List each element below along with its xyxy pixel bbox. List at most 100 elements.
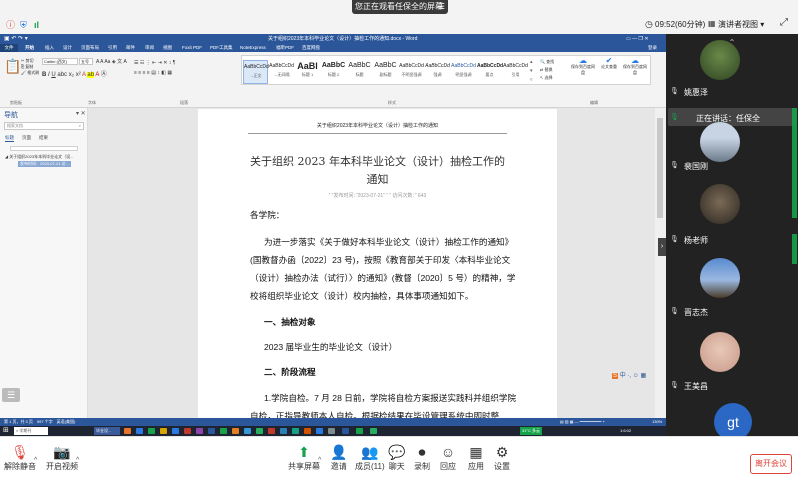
menu-icon[interactable]: ☰ — [438, 0, 445, 14]
tab-noteexpress[interactable]: NoteExpress — [240, 44, 266, 52]
chevron-up-icon[interactable]: ^ — [34, 457, 37, 464]
font-name-select[interactable]: Calibri (西文) — [42, 58, 78, 65]
nav-tab-pages[interactable]: 页面 — [22, 135, 31, 141]
settings-button[interactable]: ⚙ 设置 — [494, 443, 510, 472]
share-screen-button[interactable]: ⬆ 共享屏幕 — [288, 443, 320, 472]
view-mode-button[interactable]: 演讲者视图 ▾ — [718, 19, 764, 30]
font-size-select[interactable]: 五号 — [79, 58, 93, 65]
word-quick-access-icon[interactable]: ▣ ↶ ↷ ▾ — [4, 34, 28, 44]
nav-scrollbar[interactable] — [10, 146, 78, 151]
style-emphasis[interactable]: AaBbCcDd 强调 — [425, 60, 450, 84]
document-page[interactable]: 关于组织2023年本科毕业论文（设计）抽检工作的通知 关于组织 2023 年本科… — [198, 109, 557, 421]
style-gallery-scroll[interactable]: ▴ ▾ ▿ — [530, 58, 533, 85]
view-buttons[interactable]: ▤ ▥ ▦ — ━━━━━━━━━ + — [560, 418, 605, 426]
taskbar-app-icon[interactable] — [256, 428, 263, 434]
taskbar-app-icon[interactable] — [184, 428, 191, 434]
scrollbar-indicator[interactable] — [792, 234, 797, 264]
nav-subheading-item[interactable]: 发布时间：2023-07-21 访... — [18, 161, 71, 167]
scroll-thumb[interactable] — [657, 118, 663, 218]
tab-foxit[interactable]: Foxit PDF — [182, 44, 202, 52]
paste-icon[interactable]: 📋 — [4, 58, 21, 75]
taskbar-app-icon[interactable] — [136, 428, 143, 434]
zoom-level[interactable]: 130% — [652, 418, 662, 426]
nav-search-input[interactable]: 搜索文档 ⌕ — [4, 122, 84, 130]
participant-video[interactable] — [700, 332, 740, 372]
taskbar-app-icon[interactable] — [370, 428, 377, 434]
invite-button[interactable]: 👤 邀请 — [330, 443, 347, 472]
taskbar-app-icon[interactable] — [316, 428, 323, 434]
taskbar-app-icon[interactable] — [220, 428, 227, 434]
taskbar-app-icon[interactable] — [280, 428, 287, 434]
font-size-buttons[interactable]: A A Aa ◈ 文 A — [96, 58, 127, 65]
style-subtitle[interactable]: AaBbC 副标题 — [373, 60, 398, 84]
taskbar-app-icon[interactable] — [172, 428, 179, 434]
tab-review[interactable]: 审阅 — [145, 44, 154, 52]
style-title[interactable]: AaBbC 标题 — [347, 60, 372, 84]
save-baidu-button-2[interactable]: ☁ 保存到百度网盘 — [622, 57, 648, 76]
paragraph-buttons[interactable]: ☰ ☷ ⋮ ⇤ ⇥ ✕ ↕ ¶ ≡ ≡ ≡ ≡ ▤ ↕ ◧ ▦ — [134, 58, 175, 78]
tab-view[interactable]: 视图 — [163, 44, 172, 52]
style-heading1[interactable]: AaBl 标题 1 — [295, 60, 320, 84]
ime-toolbar[interactable]: S 中 ·, ☺ ▦ — [612, 370, 646, 379]
chevron-up-icon[interactable]: ^ — [76, 457, 79, 464]
plagiarism-check-button[interactable]: ✔ 论文查重 — [598, 57, 620, 70]
fullscreen-icon[interactable]: ⤢ — [780, 17, 788, 28]
style-intense-emphasis[interactable]: AaBbCcDd 明显强调 — [451, 60, 476, 84]
font-format-buttons[interactable]: B I U abc x₂ x² A ab A Ⓐ — [42, 69, 107, 78]
collapse-panel-icon[interactable]: › — [658, 238, 666, 256]
windows-start-icon[interactable]: ⊞ — [3, 426, 9, 436]
save-baidu-button[interactable]: ☁ 保存到百度网盘 — [570, 57, 596, 76]
record-button[interactable]: ⏺ 录制 — [414, 443, 430, 472]
apps-button[interactable]: ▦ 应用 — [468, 443, 484, 472]
taskbar-app-icon[interactable] — [244, 428, 251, 434]
tab-mailings[interactable]: 邮件 — [126, 44, 135, 52]
leave-meeting-button[interactable]: 离开会议 — [750, 454, 792, 474]
tab-foxit-cn[interactable]: 福昕PDF — [276, 44, 294, 52]
taskbar-app-icon[interactable] — [148, 428, 155, 434]
nav-heading-item[interactable]: ◢ 关于组织2023年本科毕业论文（设... — [5, 154, 73, 160]
taskbar-app-icon[interactable] — [196, 428, 203, 434]
style-quote[interactable]: AaBbCcDd 引用 — [503, 60, 528, 84]
taskbar-app-icon[interactable] — [268, 428, 275, 434]
info-icon[interactable]: ⓘ — [6, 19, 15, 31]
tab-baidu[interactable]: 百度网盘 — [302, 44, 320, 52]
signal-icon[interactable]: ıl — [34, 19, 39, 31]
tab-pdf-tools[interactable]: PDF工具集 — [210, 44, 233, 52]
taskbar-app-icon[interactable] — [208, 428, 215, 434]
start-video-button[interactable]: 📷 开启视频 — [46, 443, 78, 472]
style-no-spacing[interactable]: AaBbCcDd →无间隔 — [269, 60, 294, 84]
user-login[interactable]: 登录 — [648, 44, 657, 52]
participant-video[interactable] — [700, 40, 740, 80]
weather-widget[interactable]: 31°C 多云 — [520, 427, 542, 435]
list-icon[interactable]: ☰ — [2, 388, 20, 402]
nav-tab-headings[interactable]: 标题 — [5, 135, 14, 142]
scrollbar-indicator[interactable] — [792, 108, 797, 218]
clipboard-tools[interactable]: ✂ 剪切 ⎘ 复制 🖌 格式刷 — [21, 58, 39, 76]
tab-layout[interactable]: 页面布局 — [81, 44, 99, 52]
taskbar-app-icon[interactable] — [304, 428, 311, 434]
unmute-button[interactable]: 🎙 解除静音 — [4, 443, 36, 472]
style-strong[interactable]: AaBbCcDd 要点 — [477, 60, 503, 84]
taskbar-app-icon[interactable] — [328, 428, 335, 434]
shield-icon[interactable]: ⛨ — [20, 19, 27, 31]
taskbar-app-icon[interactable] — [232, 428, 239, 434]
nav-close-icon[interactable]: ▾ ✕ — [76, 110, 86, 117]
taskbar-app-icon[interactable] — [124, 428, 131, 434]
vertical-scrollbar[interactable] — [655, 108, 666, 418]
meeting-time[interactable]: 09:52(60分钟) — [655, 19, 705, 30]
chevron-up-icon[interactable]: ^ — [318, 457, 321, 464]
taskbar-app-icon[interactable] — [342, 428, 349, 434]
editing-tools[interactable]: 🔍 查找 ⇄ 替换 ↖ 选择 — [540, 58, 554, 82]
taskbar-search-input[interactable]: ⌕ 学期刊 — [14, 427, 48, 435]
taskbar-app-icon[interactable] — [356, 428, 363, 434]
react-button[interactable]: ☺ 回应 — [440, 443, 456, 472]
style-heading2[interactable]: AaBbC 标题 2 — [321, 60, 346, 84]
taskbar-word-app[interactable]: 毕业设... — [94, 427, 120, 435]
tab-design[interactable]: 设计 — [63, 44, 72, 52]
tab-home[interactable]: 开始 — [25, 44, 34, 52]
nav-tab-results[interactable]: 结果 — [39, 135, 48, 141]
sharing-banner[interactable]: 您正在观看任保全的屏幕 ☰ — [352, 0, 448, 14]
tab-references[interactable]: 引用 — [108, 44, 117, 52]
taskbar-app-icon[interactable] — [292, 428, 299, 434]
tab-insert[interactable]: 插入 — [45, 44, 54, 52]
